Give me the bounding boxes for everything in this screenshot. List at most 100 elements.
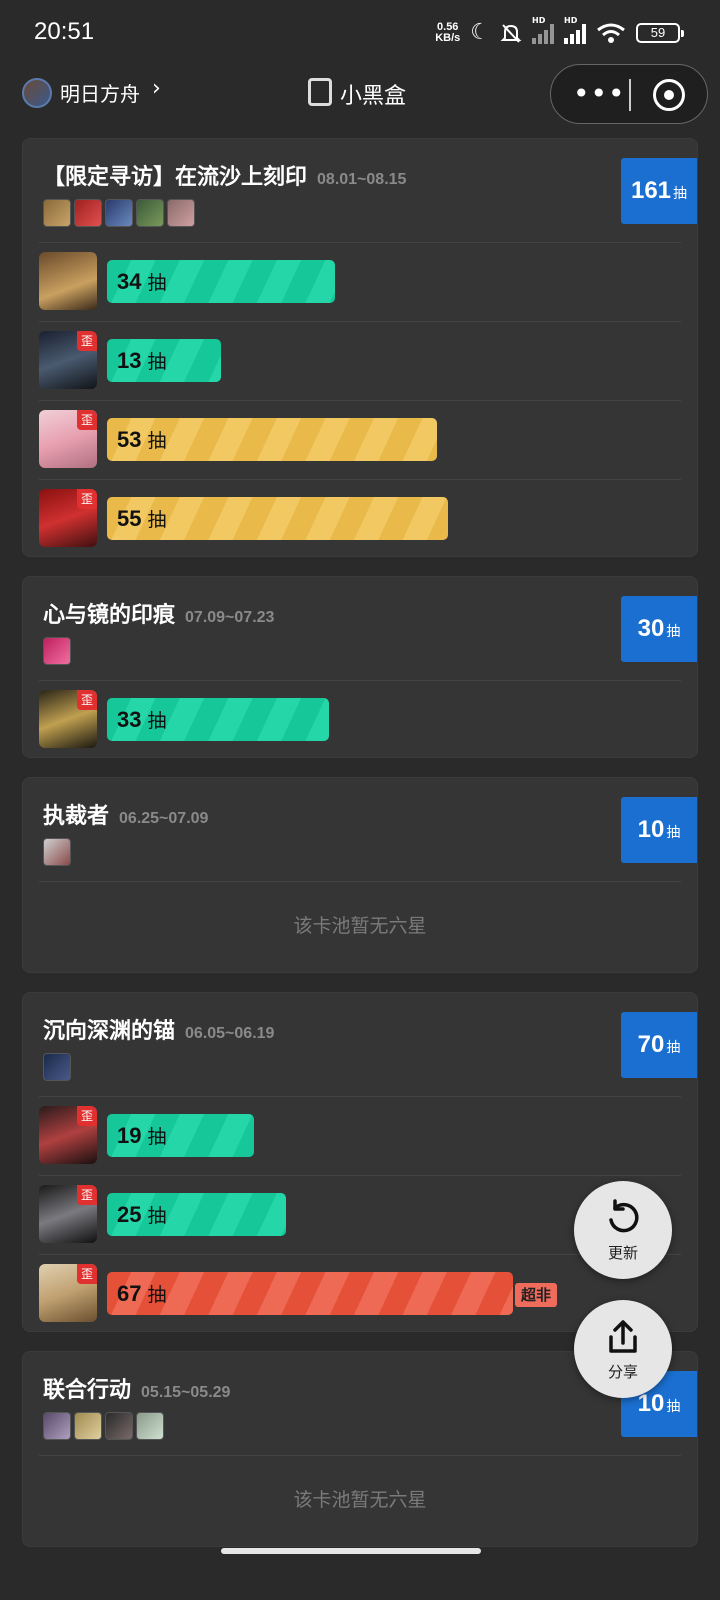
home-indicator[interactable] (221, 1548, 481, 1554)
off-banner-badge: 歪 (77, 489, 97, 509)
pool-date: 06.25~07.09 (119, 810, 209, 827)
refresh-button[interactable]: 更新 (574, 1181, 672, 1279)
pull-count: 55 (117, 505, 142, 531)
status-bar: 20:51 0.56 KB/s ☾ HD HD 59 (0, 0, 720, 64)
featured-avatar (74, 199, 102, 227)
pool-date: 07.09~07.23 (185, 609, 275, 626)
pull-count: 19 (117, 1122, 142, 1148)
off-banner-badge: 歪 (77, 331, 97, 351)
capsule-divider (629, 79, 631, 111)
pool-card: 心与镜的印痕 07.09~07.23 30 抽 歪 33 抽 (22, 576, 698, 758)
featured-avatar (43, 1412, 71, 1440)
pool-featured-avatars (43, 1053, 71, 1081)
nav-bar: 明日方舟 › 小黑盒 ••• (0, 64, 720, 134)
pool-title: 执裁者 06.25~07.09 (43, 798, 208, 830)
share-icon (609, 1319, 637, 1353)
divider (39, 680, 681, 681)
pull-count-bar: 19 抽 (107, 1114, 254, 1157)
pull-count-bar: 53 抽 (107, 418, 437, 461)
pull-row: 歪 13 抽 (39, 331, 679, 391)
pool-total-pulls: 161 抽 (621, 158, 697, 224)
pull-count: 67 (117, 1280, 142, 1306)
pool-total-unit: 抽 (666, 624, 681, 640)
operator-avatar: 歪 (39, 331, 97, 389)
app-title: 小黑盒 (340, 84, 407, 109)
pool-total-number: 10 (637, 816, 665, 843)
operator-avatar (39, 252, 97, 310)
featured-avatar (43, 637, 71, 665)
pool-title: 【限定寻访】在流沙上刻印 08.01~08.15 (43, 159, 406, 191)
divider (39, 400, 681, 401)
close-miniprogram-icon[interactable] (653, 79, 685, 111)
pool-title-text: 联合行动 (43, 1378, 132, 1403)
pull-unit: 抽 (147, 1126, 167, 1148)
clock: 20:51 (34, 18, 95, 45)
pool-featured-avatars (43, 838, 71, 866)
operator-avatar: 歪 (39, 1185, 97, 1243)
featured-avatar (136, 199, 164, 227)
pull-unit: 抽 (147, 1205, 167, 1227)
pull-count: 25 (117, 1201, 142, 1227)
pull-count: 53 (117, 426, 142, 452)
pull-row: 歪 53 抽 (39, 410, 679, 470)
divider (39, 1175, 681, 1176)
pool-total-unit: 抽 (666, 1040, 681, 1056)
network-speed: 0.56 KB/s (435, 22, 460, 44)
pool-card: 【限定寻访】在流沙上刻印 08.01~08.15 161 抽 34 抽 歪 13 抽 (22, 138, 698, 557)
pull-count-bar: 13 抽 (107, 339, 221, 382)
off-banner-badge: 歪 (77, 410, 97, 430)
pull-row: 34 抽 (39, 252, 679, 312)
bell-off-icon (500, 24, 522, 43)
pull-row: 歪 55 抽 (39, 489, 679, 549)
game-name[interactable]: 明日方舟 (60, 78, 140, 107)
game-avatar[interactable] (22, 78, 52, 108)
operator-avatar: 歪 (39, 1264, 97, 1322)
refresh-icon (609, 1198, 639, 1232)
pool-date: 05.15~05.29 (141, 1384, 231, 1401)
status-icons: 0.56 KB/s ☾ HD HD 59 (435, 16, 684, 48)
pool-title-text: 沉向深渊的锚 (43, 1019, 176, 1044)
pool-title-text: 【限定寻访】在流沙上刻印 (43, 165, 308, 190)
operator-avatar: 歪 (39, 410, 97, 468)
off-banner-badge: 歪 (77, 1264, 97, 1284)
pool-card: 沉向深渊的锚 06.05~06.19 70 抽 歪 19 抽 歪 25 抽 歪 … (22, 992, 698, 1332)
pull-count-bar: 67 抽 (107, 1272, 513, 1315)
divider (39, 321, 681, 322)
moon-icon: ☾ (470, 20, 490, 45)
featured-avatar (105, 1412, 133, 1440)
pool-date: 06.05~06.19 (185, 1025, 275, 1042)
pull-count-bar: 55 抽 (107, 497, 448, 540)
miniprogram-capsule: ••• (550, 64, 708, 124)
pool-total-pulls: 30 抽 (621, 596, 697, 662)
pull-unit: 抽 (147, 430, 167, 452)
pool-featured-avatars (43, 199, 195, 227)
featured-avatar (43, 1053, 71, 1081)
pool-card: 执裁者 06.25~07.09 10 抽 该卡池暂无六星 (22, 777, 698, 973)
chevron-right-icon[interactable]: › (152, 76, 161, 101)
more-icon[interactable]: ••• (573, 77, 626, 110)
pool-date: 08.01~08.15 (317, 171, 407, 188)
pull-count-bar: 25 抽 (107, 1193, 286, 1236)
pull-unit: 抽 (147, 1284, 167, 1306)
network-speed-unit: KB/s (435, 32, 461, 44)
pool-total-unit: 抽 (666, 1399, 681, 1415)
off-banner-badge: 歪 (77, 1106, 97, 1126)
wifi-icon (597, 23, 625, 43)
pull-count-bar: 34 抽 (107, 260, 335, 303)
pull-row: 歪 67 抽 超非 (39, 1264, 679, 1324)
signal-icon-2: HD (564, 16, 586, 44)
pool-featured-avatars (43, 1412, 164, 1440)
featured-avatar (105, 199, 133, 227)
divider (39, 1455, 681, 1456)
featured-avatar (43, 199, 71, 227)
operator-avatar: 歪 (39, 1106, 97, 1164)
operator-avatar: 歪 (39, 489, 97, 547)
featured-avatar (43, 838, 71, 866)
off-banner-badge: 歪 (77, 1185, 97, 1205)
share-button[interactable]: 分享 (574, 1300, 672, 1398)
pool-title: 心与镜的印痕 07.09~07.23 (43, 597, 274, 629)
pull-unit: 抽 (147, 710, 167, 732)
pool-title-text: 执裁者 (43, 804, 110, 829)
signal-icon-1: HD (532, 16, 554, 44)
pool-total-number: 161 (630, 177, 672, 204)
